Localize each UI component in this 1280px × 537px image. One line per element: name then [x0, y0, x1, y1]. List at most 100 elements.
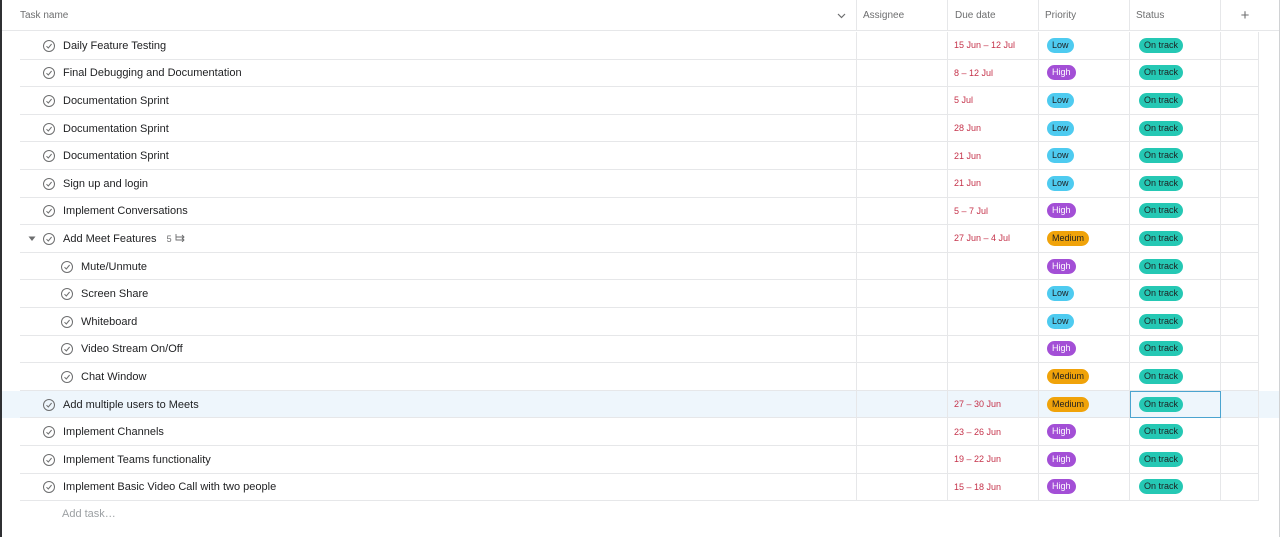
table-row[interactable]: Daily Feature Testing 15 Jun – 12 Jul Low O… — [2, 32, 1279, 60]
due-date-cell[interactable]: 5 Jul — [948, 87, 1039, 115]
assignee-cell[interactable] — [857, 363, 948, 391]
status-badge[interactable]: On track — [1139, 258, 1184, 274]
task-name-cell[interactable]: Implement Teams functionality — [2, 445, 857, 474]
status-cell[interactable]: On track — [1130, 335, 1221, 364]
complete-check-icon[interactable] — [61, 370, 73, 383]
task-name[interactable]: Implement Conversations — [63, 205, 188, 217]
priority-cell[interactable]: High — [1039, 445, 1130, 474]
due-date-cell[interactable] — [948, 307, 1039, 336]
priority-cell[interactable]: Medium — [1039, 363, 1130, 391]
priority-cell[interactable]: Medium — [1039, 225, 1130, 253]
status-badge[interactable]: On track — [1139, 286, 1184, 302]
task-name-cell[interactable]: Video Stream On/Off — [2, 335, 857, 364]
priority-cell[interactable]: High — [1039, 252, 1130, 281]
status-badge[interactable]: On track — [1139, 479, 1184, 495]
assignee-cell[interactable] — [857, 390, 948, 419]
status-cell[interactable]: On track — [1130, 473, 1221, 502]
status-cell[interactable]: On track — [1130, 307, 1221, 336]
priority-badge[interactable]: High — [1047, 479, 1076, 495]
status-badge[interactable]: On track — [1139, 65, 1184, 81]
due-date-cell[interactable]: 28 Jun — [948, 114, 1039, 143]
priority-badge[interactable]: Low — [1047, 286, 1074, 302]
assignee-cell[interactable] — [857, 59, 948, 88]
table-row[interactable]: Add multiple users to Meets 27 – 30 Jun Me… — [2, 390, 1279, 419]
status-cell[interactable]: On track — [1130, 59, 1221, 88]
priority-cell[interactable]: High — [1039, 473, 1130, 502]
assignee-cell[interactable] — [857, 280, 948, 308]
complete-check-icon[interactable] — [61, 288, 73, 301]
status-cell[interactable]: On track — [1130, 32, 1221, 60]
priority-badge[interactable]: High — [1047, 341, 1076, 357]
task-name[interactable]: Add Meet Features — [63, 233, 157, 245]
priority-cell[interactable]: Low — [1039, 114, 1130, 143]
status-badge[interactable]: On track — [1139, 92, 1184, 108]
table-row[interactable]: Documentation Sprint 21 Jun Low On track — [2, 142, 1279, 170]
due-date-cell[interactable]: 19 – 22 Jun — [948, 445, 1039, 474]
task-name[interactable]: Add multiple users to Meets — [63, 399, 199, 411]
assignee-cell[interactable] — [857, 87, 948, 115]
status-badge[interactable]: On track — [1139, 148, 1184, 164]
priority-badge[interactable]: High — [1047, 65, 1076, 81]
status-badge[interactable]: On track — [1139, 396, 1184, 412]
column-header-task-name[interactable]: Task name — [2, 0, 857, 31]
complete-check-icon[interactable] — [61, 315, 73, 328]
priority-badge[interactable]: Low — [1047, 313, 1074, 329]
status-cell[interactable]: On track — [1130, 390, 1221, 419]
assignee-cell[interactable] — [857, 335, 948, 364]
complete-check-icon[interactable] — [43, 398, 55, 411]
status-badge[interactable]: On track — [1139, 424, 1184, 440]
priority-cell[interactable]: Low — [1039, 280, 1130, 308]
table-row[interactable]: Chat Window Medium On track — [2, 363, 1279, 391]
task-name-cell[interactable]: Documentation Sprint — [2, 142, 857, 170]
task-name-cell[interactable]: Implement Channels — [2, 418, 857, 446]
priority-badge[interactable]: Medium — [1047, 396, 1090, 412]
task-name-cell[interactable]: Implement Conversations — [2, 197, 857, 226]
status-cell[interactable]: On track — [1130, 445, 1221, 474]
table-row[interactable]: Implement Channels 23 – 26 Jun High On trac… — [2, 418, 1279, 446]
task-name[interactable]: Video Stream On/Off — [81, 343, 183, 355]
status-cell[interactable]: On track — [1130, 142, 1221, 170]
status-badge[interactable]: On track — [1139, 203, 1184, 219]
priority-cell[interactable]: High — [1039, 418, 1130, 446]
task-name-cell[interactable]: Mute/Unmute — [2, 252, 857, 281]
status-cell[interactable]: On track — [1130, 114, 1221, 143]
task-name-cell[interactable]: Documentation Sprint — [2, 114, 857, 143]
task-name[interactable]: Documentation Sprint — [63, 95, 169, 107]
table-row[interactable]: Video Stream On/Off High On track — [2, 335, 1279, 364]
status-cell[interactable]: On track — [1130, 280, 1221, 308]
table-row[interactable]: Mute/Unmute High On track — [2, 252, 1279, 281]
priority-cell[interactable]: Low — [1039, 169, 1130, 198]
task-name-cell[interactable]: Documentation Sprint — [2, 87, 857, 115]
complete-check-icon[interactable] — [43, 177, 55, 190]
task-name[interactable]: Implement Teams functionality — [63, 454, 211, 466]
due-date-cell[interactable]: 23 – 26 Jun — [948, 418, 1039, 446]
task-name[interactable]: Daily Feature Testing — [63, 40, 166, 52]
status-cell[interactable]: On track — [1130, 252, 1221, 281]
add-column-button[interactable]: + — [1221, 0, 1269, 31]
task-name-cell[interactable]: Screen Share — [2, 280, 857, 308]
due-date-cell[interactable] — [948, 335, 1039, 364]
status-badge[interactable]: On track — [1139, 313, 1184, 329]
complete-check-icon[interactable] — [43, 67, 55, 80]
assignee-cell[interactable] — [857, 169, 948, 198]
priority-badge[interactable]: Low — [1047, 37, 1074, 53]
assignee-cell[interactable] — [857, 418, 948, 446]
table-row[interactable]: Sign up and login 21 Jun Low On track — [2, 169, 1279, 198]
complete-check-icon[interactable] — [43, 481, 55, 494]
status-cell[interactable]: On track — [1130, 418, 1221, 446]
due-date-cell[interactable]: 27 – 30 Jun — [948, 390, 1039, 419]
assignee-cell[interactable] — [857, 32, 948, 60]
table-row[interactable]: Implement Basic Video Call with two peop… — [2, 473, 1279, 502]
task-name[interactable]: Documentation Sprint — [63, 123, 169, 135]
task-name[interactable]: Chat Window — [81, 371, 146, 383]
task-name-cell[interactable]: Daily Feature Testing — [2, 32, 857, 60]
table-row[interactable]: Implement Conversations 5 – 7 Jul High On t… — [2, 197, 1279, 226]
priority-cell[interactable]: Low — [1039, 87, 1130, 115]
priority-cell[interactable]: High — [1039, 335, 1130, 364]
subtask-count[interactable]: 5 — [167, 233, 186, 244]
status-cell[interactable]: On track — [1130, 363, 1221, 391]
assignee-cell[interactable] — [857, 114, 948, 143]
priority-badge[interactable]: Medium — [1047, 230, 1090, 246]
task-name[interactable]: Final Debugging and Documentation — [63, 67, 242, 79]
priority-badge[interactable]: High — [1047, 451, 1076, 467]
